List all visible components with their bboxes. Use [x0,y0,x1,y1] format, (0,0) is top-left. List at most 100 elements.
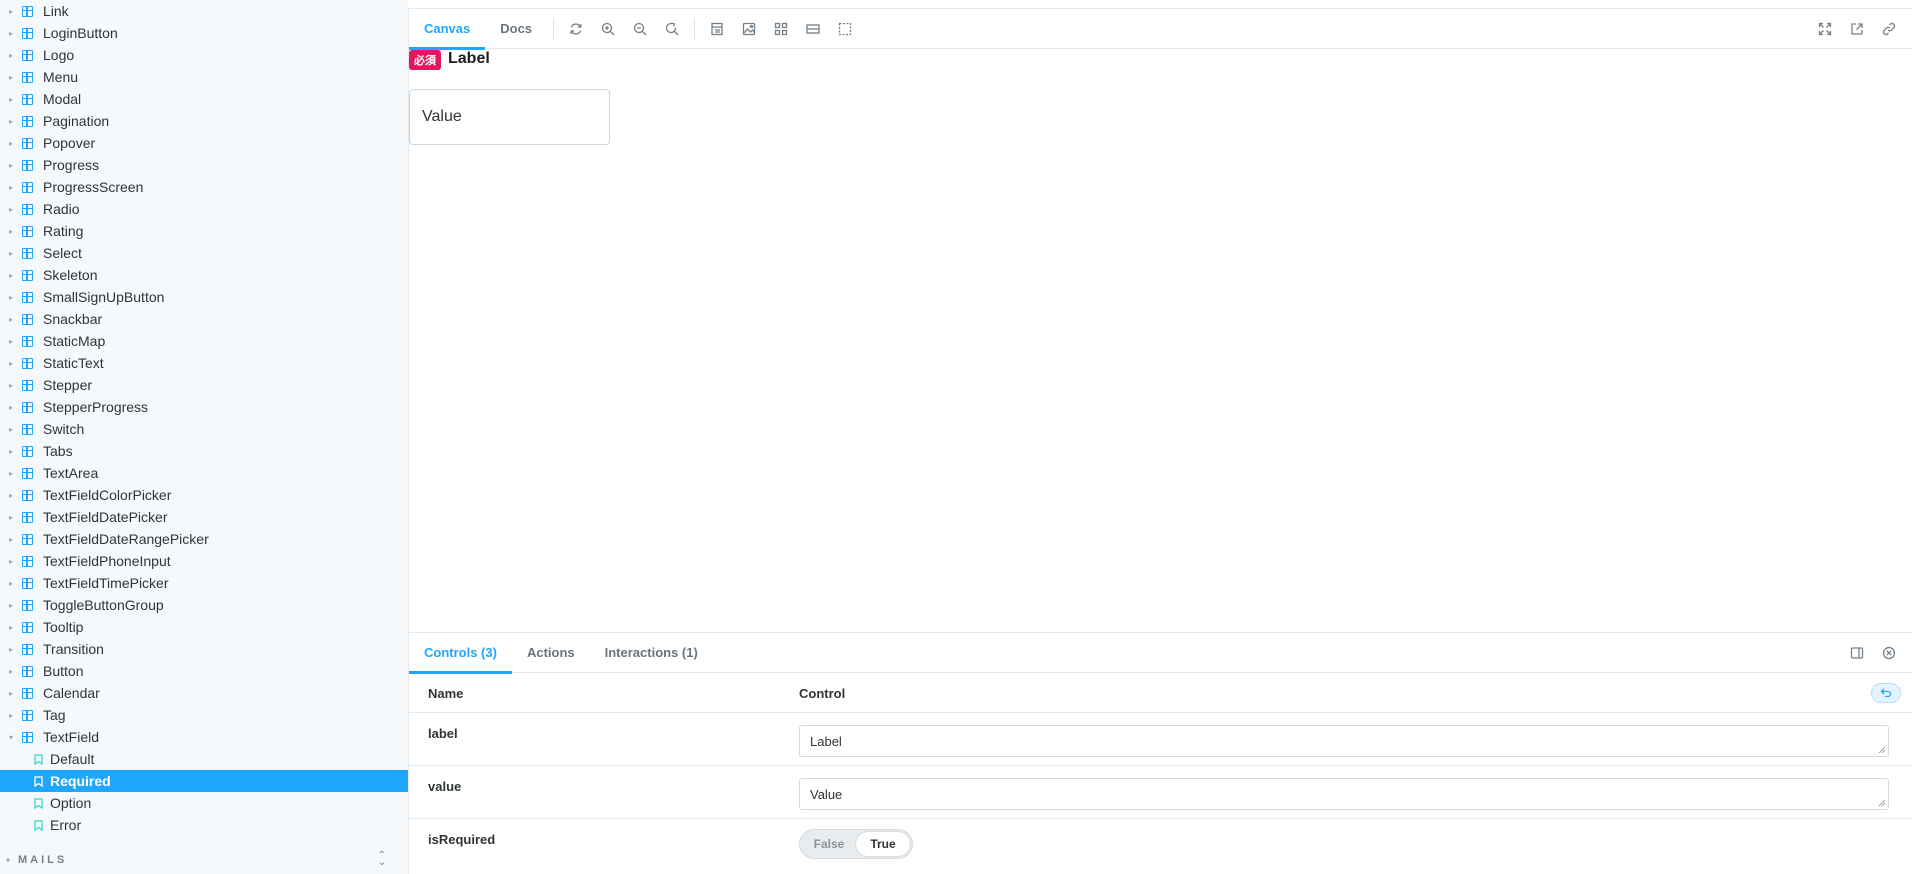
sidebar-item-popover[interactable]: ▸ Popover [0,132,408,154]
sidebar-item-textfieldcolorpicker[interactable]: ▸ TextFieldColorPicker [0,484,408,506]
tab-docs[interactable]: Docs [485,9,547,49]
zoom-reset-icon[interactable] [656,9,688,49]
sidebar-item-label: Pagination [43,113,110,129]
sidebar-item-pagination[interactable]: ▸ Pagination [0,110,408,132]
sidebar-item-textfieldphoneinput[interactable]: ▸ TextFieldPhoneInput [0,550,408,572]
sidebar-item-modal[interactable]: ▸ Modal [0,88,408,110]
sidebar-item-textfielddatepicker[interactable]: ▸ TextFieldDatePicker [0,506,408,528]
sidebar-item-textfieldtimepicker[interactable]: ▸ TextFieldTimePicker [0,572,408,594]
tab-canvas[interactable]: Canvas [409,9,486,50]
sidebar-item-radio[interactable]: ▸ Radio [0,198,408,220]
sidebar-item-label: Button [43,663,84,679]
sidebar-item-tabs[interactable]: ▸ Tabs [0,440,408,462]
value-input[interactable]: Value [799,778,1889,810]
sidebar-item-label: Skeleton [43,267,98,283]
component-icon [22,599,33,611]
tab-interactions[interactable]: Interactions (1) [590,633,713,673]
background-icon[interactable] [701,9,733,49]
controls-header: Name Control [409,673,1912,713]
story-item-required[interactable]: Required [0,770,408,792]
expand-collapse-icon[interactable]: ⌃ ⌄ [378,851,386,868]
isrequired-toggle[interactable]: False True [799,829,913,859]
sidebar-item-link[interactable]: ▸ Link [0,0,408,22]
component-icon [22,115,33,127]
undo-icon [1880,688,1892,698]
chevron-right-icon: ▸ [8,160,13,170]
fullscreen-icon[interactable] [1809,9,1841,49]
sidebar-item-staticmap[interactable]: ▸ StaticMap [0,330,408,352]
close-icon[interactable] [1873,633,1905,673]
outline-icon[interactable] [829,9,861,49]
reload-icon[interactable] [560,9,592,49]
label-input[interactable]: Label [799,725,1889,757]
toolbar-divider [553,18,555,39]
measure-icon[interactable] [797,9,829,49]
sidebar-item-button[interactable]: ▸ Button [0,660,408,682]
sidebar-item-snackbar[interactable]: ▸ Snackbar [0,308,408,330]
panel-orientation-icon[interactable] [1841,633,1873,673]
sidebar-item-menu[interactable]: ▸ Menu [0,66,408,88]
sidebar-item-statictext[interactable]: ▸ StaticText [0,352,408,374]
toggle-false-option[interactable]: False [802,837,856,851]
chevron-right-icon: ▸ [8,138,13,148]
bookmark-icon [34,819,43,831]
sidebar-item-smallsignupbutton[interactable]: ▸ SmallSignUpButton [0,286,408,308]
sidebar-item-calendar[interactable]: ▸ Calendar [0,682,408,704]
sidebar-item-skeleton[interactable]: ▸ Skeleton [0,264,408,286]
chevron-right-icon: ▸ [8,688,13,698]
chevron-right-icon: ▸ [8,644,13,654]
sidebar-item-textarea[interactable]: ▸ TextArea [0,462,408,484]
sidebar-item-transition[interactable]: ▸ Transition [0,638,408,660]
chevron-right-icon: ▸ [8,72,13,82]
zoom-out-icon[interactable] [624,9,656,49]
sidebar-item-label: Transition [43,641,104,657]
resize-handle-icon[interactable] [1878,746,1886,754]
text-field[interactable]: Value [409,89,610,145]
sidebar-item-togglebuttongroup[interactable]: ▸ ToggleButtonGroup [0,594,408,616]
story-item-default[interactable]: Default [0,748,408,770]
tab-actions[interactable]: Actions [512,633,590,673]
sidebar-item-progressscreen[interactable]: ▸ ProgressScreen [0,176,408,198]
grid-icon[interactable] [765,9,797,49]
sidebar-section-header[interactable]: ▾ MAILS ⌃ ⌄ [6,851,386,868]
resize-handle-icon[interactable] [1878,799,1886,807]
bookmark-icon [34,797,43,809]
story-item-error[interactable]: Error [0,814,408,836]
component-icon [22,401,33,413]
chevron-right-icon: ▸ [8,402,13,412]
sidebar-item-select[interactable]: ▸ Select [0,242,408,264]
sidebar-item-progress[interactable]: ▸ Progress [0,154,408,176]
sidebar-item-switch[interactable]: ▸ Switch [0,418,408,440]
story-item-label: Error [50,817,82,833]
chevron-right-icon: ▸ [8,446,13,456]
reset-controls-button[interactable] [1871,683,1901,703]
tab-controls[interactable]: Controls (3) [409,633,512,674]
toolbar-right [1809,9,1905,49]
sidebar-item-textfielddaterangepicker[interactable]: ▸ TextFieldDateRangePicker [0,528,408,550]
zoom-in-icon[interactable] [592,9,624,49]
sidebar-item-logo[interactable]: ▸ Logo [0,44,408,66]
control-row-isrequired: isRequired False True [409,819,1912,872]
component-icon [22,335,33,347]
bookmark-icon [34,753,43,765]
sidebar-item-label: TextField [43,729,100,745]
sidebar-item-textfield[interactable]: ▾ TextField [0,726,408,748]
sidebar-item-tag[interactable]: ▸ Tag [0,704,408,726]
sidebar-item-loginbutton[interactable]: ▸ LoginButton [0,22,408,44]
sidebar-item-rating[interactable]: ▸ Rating [0,220,408,242]
sidebar-item-label: StaticText [43,355,104,371]
copy-link-icon[interactable] [1873,9,1905,49]
image-icon[interactable] [733,9,765,49]
sidebar-item-stepperprogress[interactable]: ▸ StepperProgress [0,396,408,418]
sidebar-item-stepper[interactable]: ▸ Stepper [0,374,408,396]
component-icon [22,291,33,303]
open-new-tab-icon[interactable] [1841,9,1873,49]
value-input-value: Value [810,786,843,802]
toggle-true-option[interactable]: True [856,832,910,856]
sidebar-item-label: Link [43,3,69,19]
sidebar-item-tooltip[interactable]: ▸ Tooltip [0,616,408,638]
story-item-option[interactable]: Option [0,792,408,814]
sidebar-item-label: StepperProgress [43,399,149,415]
chevron-right-icon: ▸ [8,358,13,368]
component-icon [22,731,33,743]
